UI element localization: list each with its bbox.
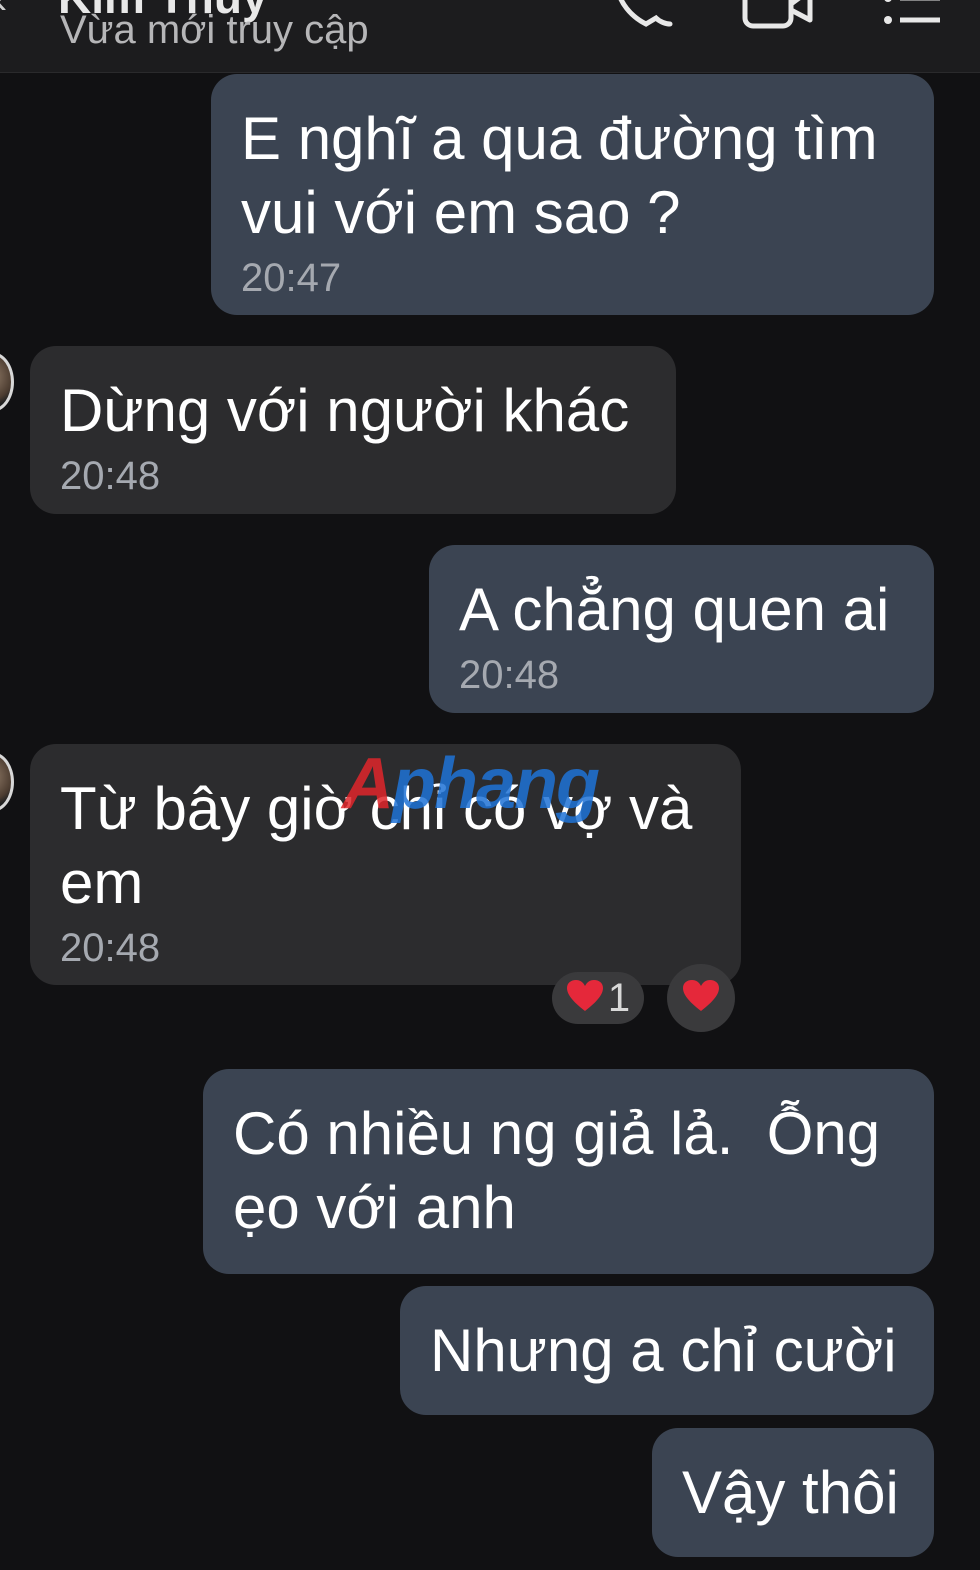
- list-menu-icon[interactable]: [880, 0, 944, 39]
- contact-status: Vừa mới truy cập: [60, 8, 369, 52]
- message-text: Có nhiều ng giả lả. Ỗng ẹo với anh: [233, 1100, 881, 1241]
- message-bubble-outgoing[interactable]: A chẳng quen ai 20:48: [429, 545, 934, 713]
- message-text: Vậy thôi: [682, 1459, 899, 1526]
- message-bubble-outgoing[interactable]: E nghĩ a qua đường tìm vui với em sao ? …: [211, 74, 934, 315]
- reaction-summary[interactable]: 1: [552, 972, 644, 1024]
- message-time: 20:48: [60, 454, 161, 498]
- message-bubble-outgoing[interactable]: Nhưng a chỉ cười: [400, 1286, 934, 1415]
- video-camera-icon[interactable]: [742, 0, 814, 39]
- message-time: 20:47: [241, 256, 342, 300]
- back-arrow-icon[interactable]: ‹: [0, 0, 7, 23]
- watermark-logo: Aphang: [342, 744, 600, 824]
- message-time: 20:48: [60, 926, 161, 970]
- message-bubble-outgoing[interactable]: Vậy thôi: [652, 1428, 934, 1557]
- heart-icon: [682, 979, 720, 1018]
- add-reaction-button[interactable]: [667, 964, 735, 1032]
- chat-header: ‹ Kim Thủy Vừa mới truy cập: [0, 0, 980, 73]
- contact-avatar[interactable]: [0, 752, 14, 812]
- message-bubble-outgoing[interactable]: Có nhiều ng giả lả. Ỗng ẹo với anh: [203, 1069, 934, 1274]
- contact-avatar[interactable]: [0, 352, 14, 412]
- message-text: A chẳng quen ai: [459, 576, 890, 643]
- reaction-count: 1: [607, 976, 631, 1020]
- message-text: Nhưng a chỉ cười: [430, 1317, 897, 1384]
- message-text: E nghĩ a qua đường tìm vui với em sao ?: [241, 105, 878, 246]
- message-time: 20:48: [459, 653, 560, 697]
- message-text: Dừng với người khác: [60, 377, 630, 444]
- phone-icon[interactable]: [612, 0, 674, 39]
- message-bubble-incoming[interactable]: Dừng với người khác 20:48: [30, 346, 676, 514]
- heart-icon: [566, 979, 604, 1018]
